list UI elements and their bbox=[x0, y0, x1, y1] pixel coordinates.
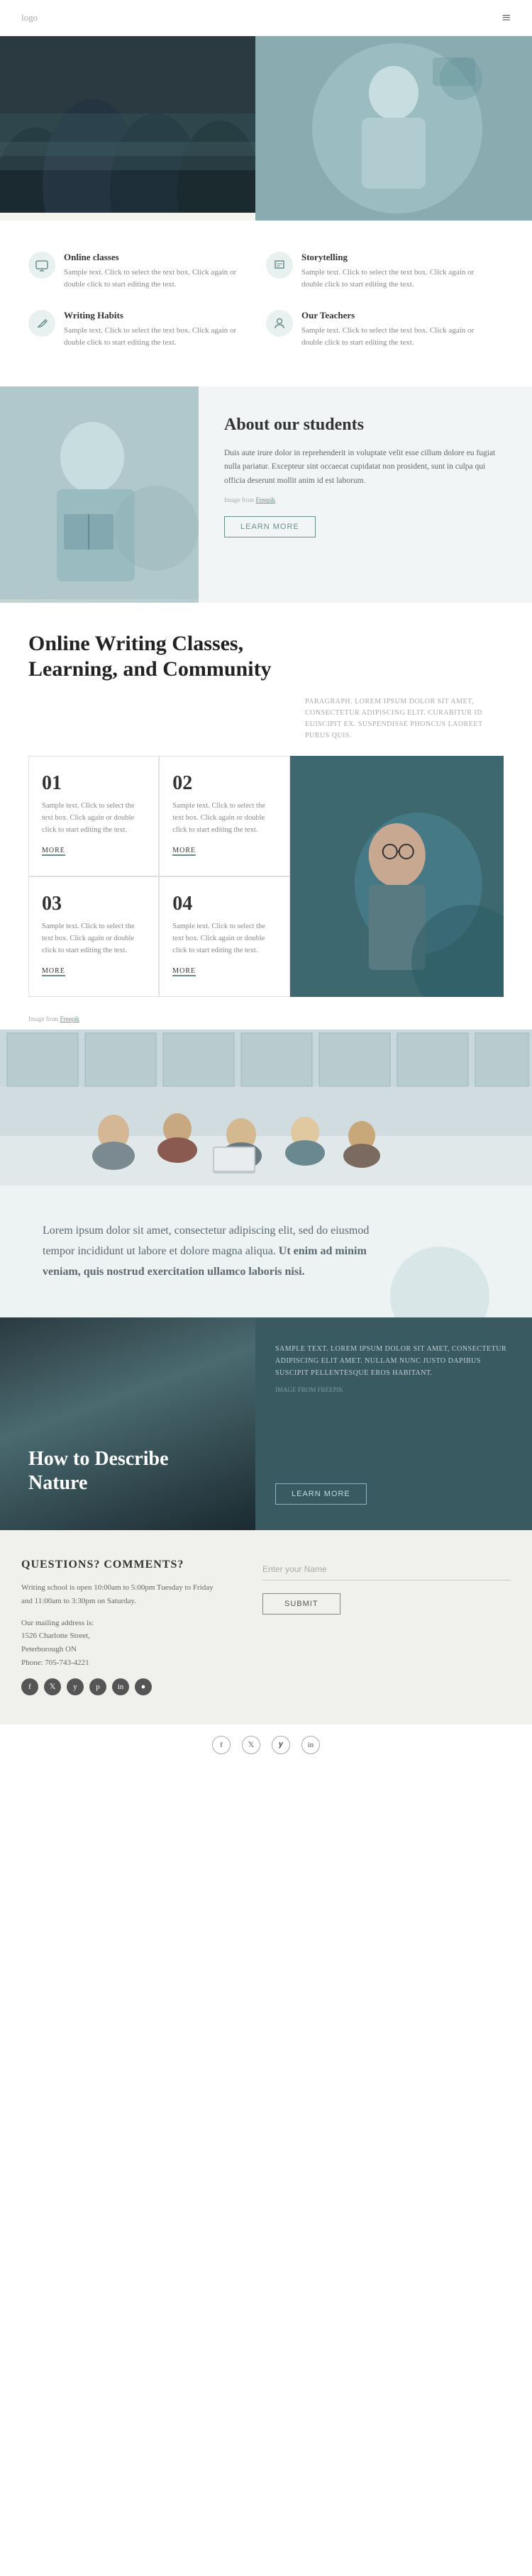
nature-section: How to Describe Nature SAMPLE TEXT. LORE… bbox=[0, 1317, 532, 1530]
teachers-icon bbox=[266, 310, 293, 337]
nature-content: SAMPLE TEXT. LOREM IPSUM DOLOR SIT AMET,… bbox=[255, 1317, 532, 1530]
nature-img-credit: IMAGE FROM FREEPIK bbox=[275, 1386, 512, 1393]
owc-heading: Online Writing Classes, Learning, and Co… bbox=[28, 631, 312, 682]
lorem-blob-decoration bbox=[390, 1247, 489, 1317]
pinterest-icon[interactable]: p bbox=[89, 1678, 106, 1695]
submit-button[interactable]: SUBMIT bbox=[262, 1593, 340, 1615]
owc-paragraph-section: PARAGRAPH. LOREM IPSUM DOLOR SIT AMET, C… bbox=[0, 696, 532, 756]
feature-online-classes: Online classes Sample text. Click to sel… bbox=[28, 242, 266, 300]
about-heading: About our students bbox=[224, 415, 506, 435]
lorem-section: Lorem ipsum dolor sit amet, consectetur … bbox=[0, 1186, 532, 1317]
nature-heading: How to Describe Nature bbox=[28, 1447, 227, 1495]
lorem-text: Lorem ipsum dolor sit amet, consectetur … bbox=[43, 1221, 397, 1282]
facebook-icon[interactable]: f bbox=[21, 1678, 38, 1695]
contact-info: QUESTIONS? COMMENTS? Writing school is o… bbox=[0, 1530, 241, 1723]
feature-storytelling: Storytelling Sample text. Click to selec… bbox=[266, 242, 504, 300]
contact-form-section: QUESTIONS? COMMENTS? Writing school is o… bbox=[0, 1530, 532, 1723]
feature-our-teachers-text: Our Teachers Sample text. Click to selec… bbox=[301, 310, 489, 348]
card-04: 04 Sample text. Click to select the text… bbox=[159, 876, 289, 997]
card-04-text: Sample text. Click to select the text bo… bbox=[172, 921, 276, 957]
about-img-credit: Image from Freepik bbox=[224, 495, 506, 506]
card-02-text: Sample text. Click to select the text bo… bbox=[172, 801, 276, 836]
footer-youtube-icon[interactable]: 𝒚 bbox=[272, 1736, 290, 1754]
contact-heading: QUESTIONS? COMMENTS? bbox=[21, 1559, 220, 1571]
about-student-image bbox=[0, 386, 199, 603]
hero-image bbox=[255, 36, 532, 221]
contact-address: Our mailing address is: 1526 Charlotte S… bbox=[21, 1617, 220, 1670]
card-03: 03 Sample text. Click to select the text… bbox=[28, 876, 159, 997]
contact-form: SUBMIT bbox=[241, 1530, 532, 1723]
card-03-text: Sample text. Click to select the text bo… bbox=[42, 921, 145, 957]
card-03-number: 03 bbox=[42, 893, 145, 915]
cards-img-credit: Image from Freepik bbox=[0, 1011, 532, 1030]
cards-side-image bbox=[290, 756, 504, 997]
about-freepik-link[interactable]: Freepik bbox=[255, 496, 275, 503]
learn-more-button[interactable]: learn more bbox=[224, 516, 316, 537]
cards-section: 01 Sample text. Click to select the text… bbox=[0, 756, 532, 1011]
nature-sample-text: SAMPLE TEXT. LOREM IPSUM DOLOR SIT AMET,… bbox=[275, 1343, 512, 1379]
nature-image-panel: How to Describe Nature bbox=[0, 1317, 255, 1530]
footer: f 𝕏 𝒚 in bbox=[0, 1724, 532, 1766]
card-01-more-link[interactable]: MORE bbox=[42, 847, 65, 856]
feature-storytelling-text: Storytelling Sample text. Click to selec… bbox=[301, 252, 489, 290]
footer-twitter-icon[interactable]: 𝕏 bbox=[242, 1736, 260, 1754]
about-section: About our students Duis aute irure dolor… bbox=[0, 386, 532, 603]
about-paragraph: Duis aute irure dolor in reprehenderit i… bbox=[224, 447, 506, 489]
social-icons-row: f 𝕏 y p in ● bbox=[21, 1678, 220, 1695]
feature-writing-habits: Writing Habits Sample text. Click to sel… bbox=[28, 300, 266, 358]
card-04-number: 04 bbox=[172, 893, 276, 915]
writing-habits-icon bbox=[28, 310, 55, 337]
owc-heading-section: Online Writing Classes, Learning, and Co… bbox=[0, 603, 532, 696]
feature-our-teachers: Our Teachers Sample text. Click to selec… bbox=[266, 300, 504, 358]
cards-freepik-link[interactable]: Freepik bbox=[60, 1015, 79, 1022]
card-04-more-link[interactable]: MORE bbox=[172, 967, 196, 976]
name-input[interactable] bbox=[262, 1559, 511, 1580]
other-social-icon[interactable]: ● bbox=[135, 1678, 152, 1695]
online-classes-icon bbox=[28, 252, 55, 279]
features-grid: Online classes Sample text. Click to sel… bbox=[0, 221, 532, 379]
card-01-text: Sample text. Click to select the text bo… bbox=[42, 801, 145, 836]
numbered-cards-grid: 01 Sample text. Click to select the text… bbox=[28, 756, 290, 997]
linkedin-icon[interactable]: in bbox=[112, 1678, 129, 1695]
feature-online-classes-text: Online classes Sample text. Click to sel… bbox=[64, 252, 252, 290]
hamburger-icon[interactable]: ≡ bbox=[502, 9, 511, 27]
card-01: 01 Sample text. Click to select the text… bbox=[28, 756, 159, 876]
card-02-more-link[interactable]: MORE bbox=[172, 847, 196, 856]
nature-learn-more-button[interactable]: LEARN MORE bbox=[275, 1483, 367, 1505]
footer-facebook-icon[interactable]: f bbox=[212, 1736, 231, 1754]
group-photo-section bbox=[0, 1030, 532, 1186]
twitter-icon[interactable]: 𝕏 bbox=[44, 1678, 61, 1695]
feature-writing-habits-text: Writing Habits Sample text. Click to sel… bbox=[64, 310, 252, 348]
card-03-more-link[interactable]: MORE bbox=[42, 967, 65, 976]
storytelling-icon bbox=[266, 252, 293, 279]
card-02-number: 02 bbox=[172, 772, 276, 795]
card-01-number: 01 bbox=[42, 772, 145, 795]
youtube-icon[interactable]: y bbox=[67, 1678, 84, 1695]
card-02: 02 Sample text. Click to select the text… bbox=[159, 756, 289, 876]
about-content: About our students Duis aute irure dolor… bbox=[199, 386, 532, 603]
logo: logo bbox=[21, 12, 38, 23]
footer-linkedin-icon[interactable]: in bbox=[301, 1736, 320, 1754]
owc-paragraph: PARAGRAPH. LOREM IPSUM DOLOR SIT AMET, C… bbox=[305, 696, 504, 742]
contact-hours: Writing school is open 10:00am to 5:00pm… bbox=[21, 1581, 220, 1607]
